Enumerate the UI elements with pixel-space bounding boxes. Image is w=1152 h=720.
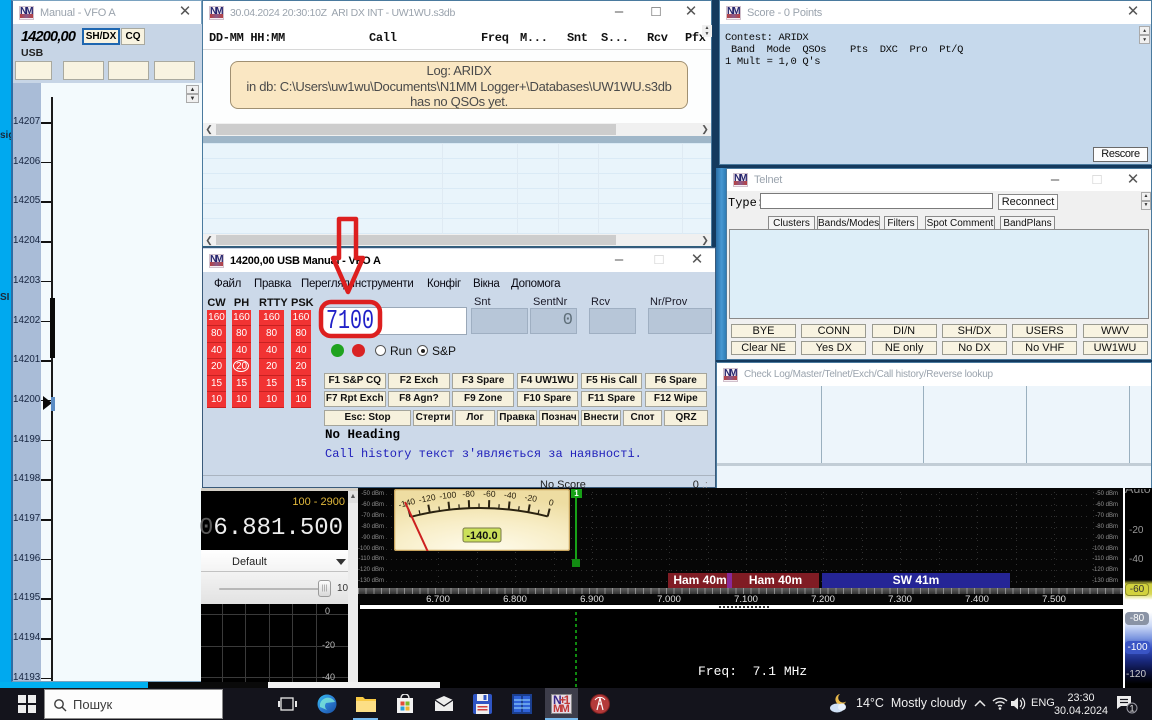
svg-text:-140.0: -140.0: [466, 530, 497, 542]
svg-text:-100: -100: [439, 489, 457, 501]
svg-text:-80: -80: [462, 489, 475, 499]
svg-text:-60: -60: [483, 489, 496, 499]
svg-text:-40: -40: [504, 489, 518, 500]
svg-text:1: 1: [1129, 704, 1134, 714]
